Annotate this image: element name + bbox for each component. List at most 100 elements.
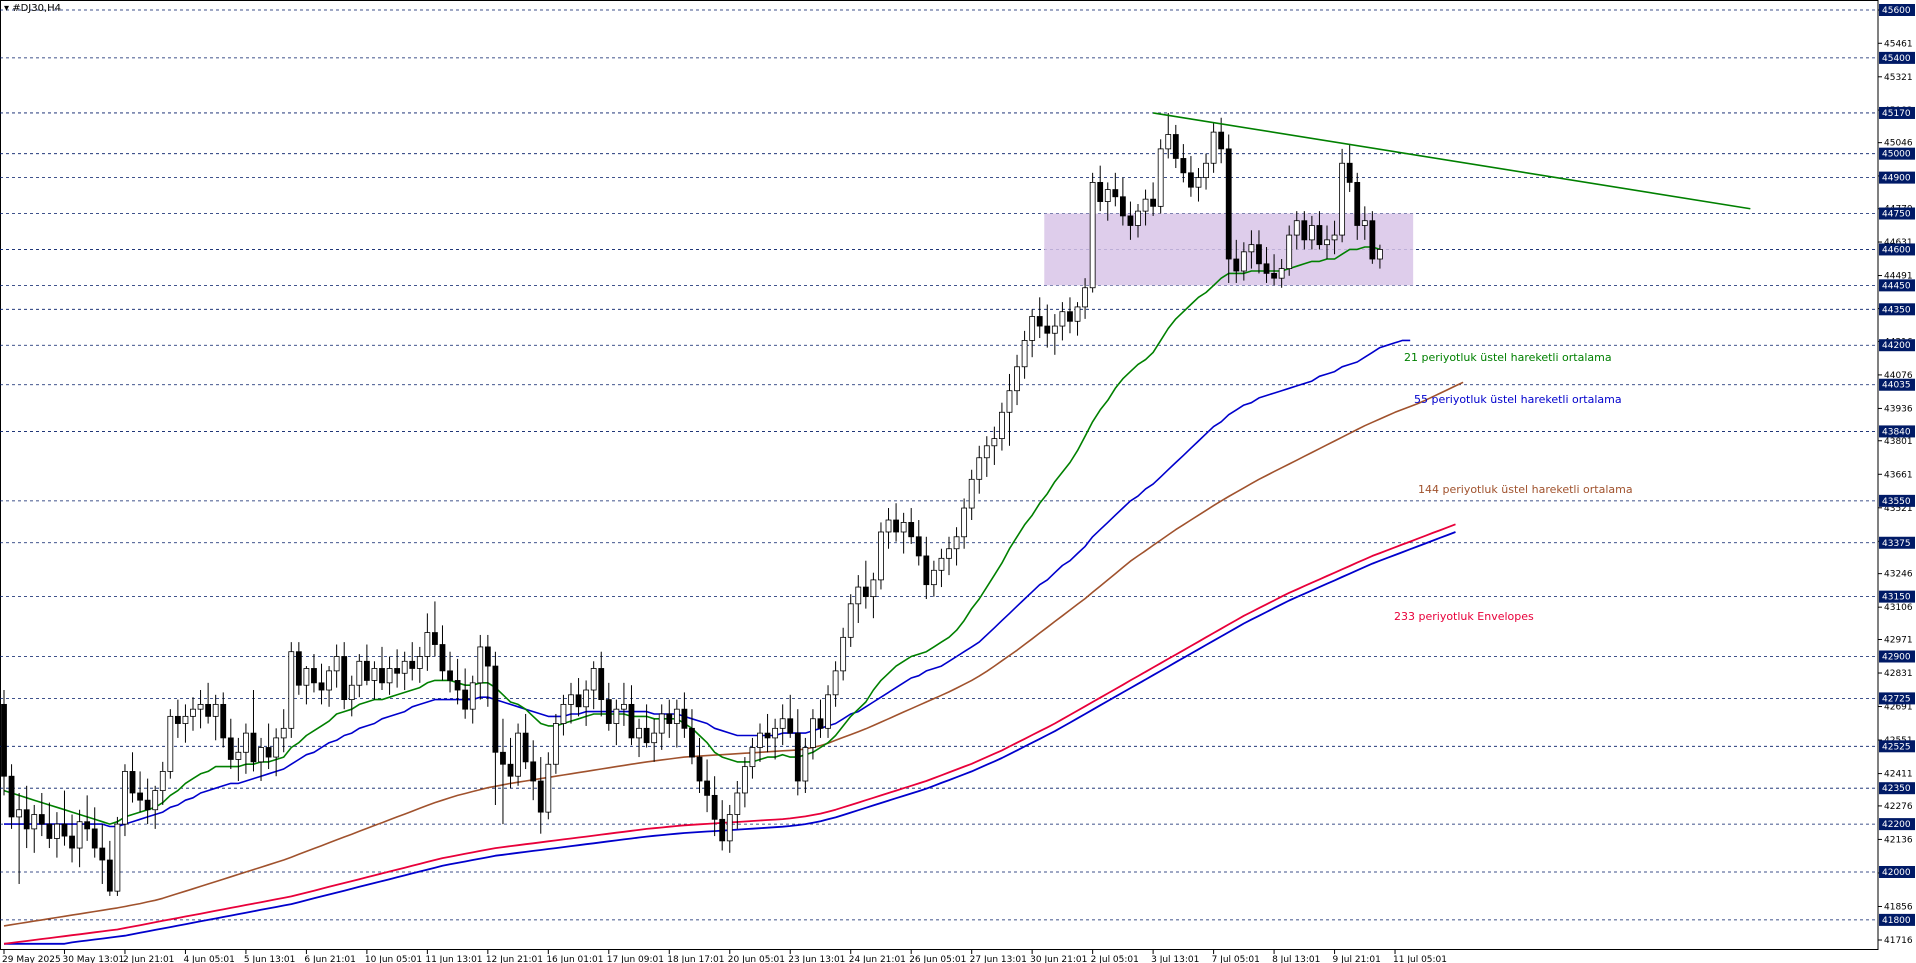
- candle-bullish: [636, 727, 642, 739]
- candle-bullish: [197, 703, 204, 710]
- candle-bullish: [356, 660, 363, 686]
- candle-bullish: [212, 703, 219, 717]
- level-price-label: 44450: [1882, 281, 1911, 291]
- candle-bullish: [1104, 189, 1111, 202]
- price-axis-label: 41856: [1884, 902, 1913, 912]
- candle-bullish: [76, 821, 83, 849]
- candle-bearish: [1044, 325, 1051, 334]
- time-axis-label: 27 Jun 13:01: [970, 955, 1027, 963]
- dropdown-arrow-icon[interactable]: ▾: [4, 3, 9, 14]
- candle-bullish: [1089, 181, 1096, 289]
- candle-bullish: [840, 636, 847, 672]
- price-axis-label: 41716: [1884, 936, 1913, 946]
- candle-bullish: [772, 727, 779, 739]
- candle-bearish: [666, 713, 673, 724]
- symbol-title-text: #DJ30,H4: [12, 3, 62, 14]
- candle-bearish: [144, 799, 151, 811]
- candle-bullish: [757, 732, 763, 748]
- candle-bearish: [1354, 181, 1361, 226]
- candle-bearish: [174, 715, 181, 724]
- candle-bearish: [1256, 244, 1262, 265]
- candle-bullish: [1021, 340, 1028, 368]
- candle-bearish: [1369, 220, 1376, 260]
- candle-bullish: [1203, 162, 1209, 179]
- level-price-label: 42725: [1882, 694, 1911, 704]
- candle-bullish: [1082, 287, 1088, 308]
- candle-bearish: [1233, 258, 1240, 272]
- candle-bullish: [613, 708, 620, 724]
- candle-bearish: [923, 555, 930, 586]
- candle-bearish: [1180, 158, 1187, 174]
- candle-bullish: [273, 737, 280, 758]
- symbol-title: ▾ #DJ30,H4: [4, 3, 61, 14]
- candle-bearish: [628, 703, 635, 739]
- candle-bullish: [159, 771, 166, 791]
- time-axis-label: 30 May 13:01: [62, 955, 124, 963]
- time-axis-label: 5 Jun 13:01: [244, 955, 295, 963]
- candle-bullish: [1142, 198, 1149, 212]
- candle-bearish: [84, 821, 91, 830]
- candle-bullish: [552, 723, 559, 765]
- level-price-label: 43840: [1882, 427, 1911, 437]
- candle-bullish: [749, 747, 756, 768]
- candle-bullish: [900, 522, 907, 533]
- time-axis-label: 30 Jun 21:01: [1030, 955, 1087, 963]
- price-axis-label: 42276: [1884, 802, 1913, 812]
- candle-bearish: [522, 732, 529, 763]
- candle-bearish: [447, 670, 453, 681]
- chart-window[interactable]: 4560045461453214518245046449074477044631…: [0, 0, 1916, 963]
- candle-bearish: [689, 727, 695, 758]
- level-price-label: 44350: [1882, 305, 1911, 315]
- candle-bullish: [303, 668, 310, 686]
- candle-bearish: [507, 763, 514, 777]
- ema144-line: [3, 381, 1464, 927]
- price-chart[interactable]: 4560045461453214518245046449074477044631…: [0, 0, 1916, 963]
- candle-bearish: [1112, 189, 1119, 198]
- candle-bearish: [318, 682, 325, 691]
- candle-bearish: [1218, 131, 1225, 150]
- candle-bullish: [152, 790, 159, 811]
- candle-bullish: [288, 651, 295, 729]
- candle-bearish: [69, 835, 75, 849]
- candle-bullish: [946, 548, 952, 559]
- candle-bearish: [311, 668, 317, 684]
- candle-bullish: [825, 694, 831, 729]
- candle-bullish: [870, 579, 877, 598]
- candle-bullish: [386, 668, 393, 684]
- candle-bullish: [545, 763, 552, 813]
- candle-bullish: [658, 713, 665, 734]
- candle-bullish: [1248, 244, 1255, 253]
- candle-bullish: [182, 715, 189, 724]
- candle-bullish: [1029, 316, 1036, 341]
- candle-bullish: [477, 646, 484, 684]
- price-axis-label: 45321: [1884, 73, 1913, 83]
- candle-bearish: [696, 756, 703, 782]
- time-axis-label: 17 Jun 09:01: [607, 955, 664, 963]
- candle-bullish: [590, 668, 597, 691]
- time-axis-label: 10 Jun 05:01: [365, 955, 422, 963]
- candle-bearish: [598, 668, 605, 700]
- candle-bearish: [1, 703, 7, 777]
- candle-bullish: [991, 438, 998, 447]
- candle-bearish: [341, 656, 348, 700]
- candle-bullish: [31, 814, 38, 830]
- candle-bearish: [220, 703, 227, 739]
- price-axis-label: 42971: [1884, 635, 1913, 645]
- candle-bearish: [1271, 272, 1277, 279]
- price-axis-label: 42831: [1884, 669, 1913, 679]
- candle-bearish: [1127, 215, 1134, 226]
- candle-bullish: [401, 660, 408, 674]
- candle-bullish: [983, 445, 990, 459]
- candle-bullish: [1361, 220, 1368, 226]
- candle-bullish: [938, 557, 945, 571]
- candle-bearish: [908, 522, 915, 538]
- level-price-label: 42200: [1882, 820, 1911, 830]
- time-axis-label: 11 Jun 13:01: [425, 955, 482, 963]
- candle-bearish: [1263, 263, 1270, 274]
- candle-bullish: [243, 732, 249, 753]
- candle-bullish: [1157, 148, 1164, 207]
- candle-bearish: [1346, 162, 1353, 183]
- candle-bullish: [122, 771, 128, 825]
- candle-bullish: [1240, 251, 1247, 272]
- candle-bearish: [893, 519, 899, 533]
